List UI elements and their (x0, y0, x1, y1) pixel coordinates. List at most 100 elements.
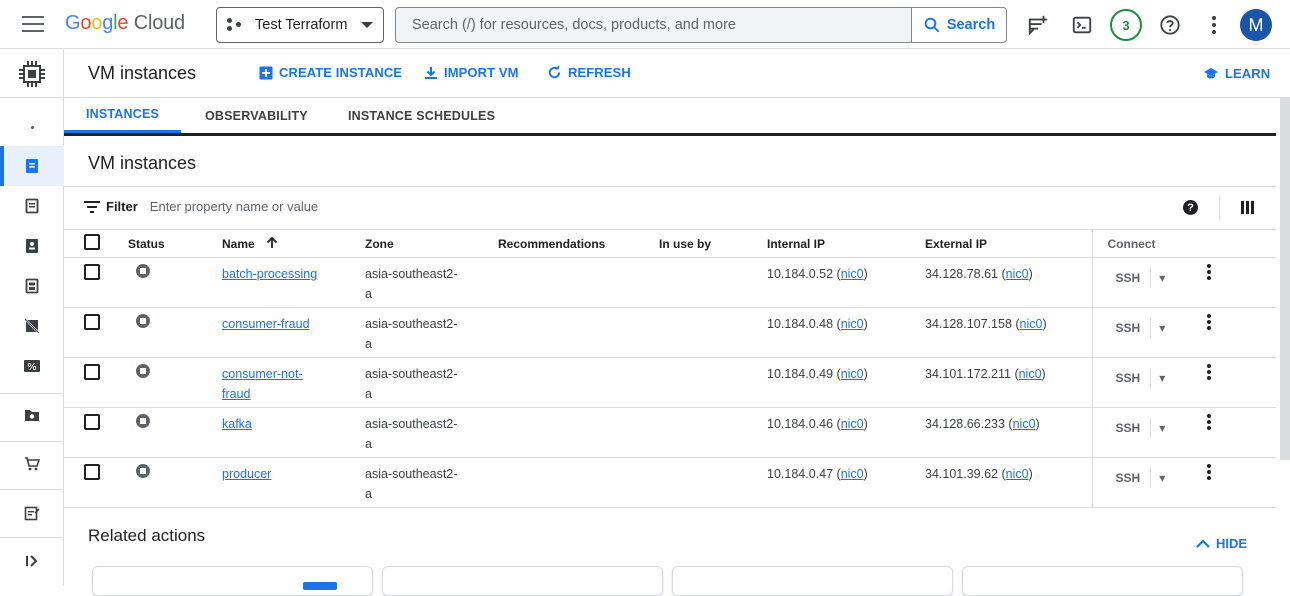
search-input[interactable] (396, 8, 911, 42)
row-checkbox[interactable] (84, 464, 100, 480)
nic-link[interactable]: nic0 (1020, 317, 1043, 331)
internal-ip: 10.184.0.48 (767, 317, 834, 331)
col-connect: Connect (1091, 229, 1276, 258)
select-all-checkbox[interactable] (84, 234, 100, 250)
nic-link[interactable]: nic0 (841, 367, 864, 381)
cart-icon (25, 457, 40, 471)
related-action-card[interactable] (92, 566, 373, 596)
stopped-status-icon (136, 464, 150, 478)
col-external-ip[interactable]: External IP (925, 229, 1092, 258)
ssh-dropdown[interactable]: ▾ (1150, 318, 1165, 338)
ssh-button[interactable]: SSH ▾ (1116, 418, 1165, 438)
nic-link[interactable]: nic0 (1006, 467, 1029, 481)
internal-ip: 10.184.0.49 (767, 367, 834, 381)
table-row: consumer-fraud asia-southeast2- a 10.184.… (64, 307, 1276, 358)
col-in-use-by[interactable]: In use by (659, 229, 767, 258)
import-vm-button[interactable]: IMPORT VM (424, 65, 519, 80)
nav-dot[interactable] (0, 107, 64, 147)
create-instance-button[interactable]: CREATE INSTANCE (259, 65, 402, 80)
nic-link[interactable]: nic0 (841, 467, 864, 481)
page-title: VM instances (88, 63, 197, 83)
row-actions-menu[interactable] (1207, 314, 1212, 332)
row-actions-menu[interactable] (1207, 364, 1212, 382)
ssh-button[interactable]: SSH ▾ (1116, 468, 1165, 488)
instance-name-link[interactable]: kafka (222, 417, 252, 431)
tab-observability[interactable]: OBSERVABILITY (205, 98, 308, 133)
external-ip: 34.101.172.211 (925, 367, 1011, 381)
nav-marketplace[interactable] (0, 444, 64, 484)
ssh-dropdown[interactable]: ▾ (1150, 468, 1165, 488)
filter-icon[interactable] (84, 200, 100, 213)
ssh-button[interactable]: SSH ▾ (1116, 268, 1165, 288)
zone: asia-southeast2- (365, 417, 458, 431)
row-actions-menu[interactable] (1207, 414, 1212, 432)
ssh-dropdown[interactable]: ▾ (1150, 418, 1165, 438)
ssh-dropdown[interactable]: ▾ (1150, 268, 1165, 288)
release-notes-icon (24, 506, 40, 521)
nav-instance-templates[interactable] (0, 186, 64, 226)
column-display-icon[interactable] (1241, 201, 1254, 214)
tab-instance-schedules[interactable]: INSTANCE SCHEDULES (348, 98, 495, 133)
ssh-dropdown[interactable]: ▾ (1150, 368, 1165, 388)
expand-nav-icon (26, 555, 38, 567)
related-action-card[interactable] (672, 566, 953, 596)
menu-icon[interactable] (22, 16, 44, 34)
stopped-status-icon (136, 264, 150, 278)
ssh-button[interactable]: SSH ▾ (1116, 368, 1165, 388)
nav-machine-images[interactable] (0, 266, 64, 306)
col-zone[interactable]: Zone (365, 229, 498, 258)
col-internal-ip[interactable]: Internal IP (767, 229, 925, 258)
row-checkbox[interactable] (84, 364, 100, 380)
google-cloud-logo[interactable]: Google Cloud (65, 12, 185, 35)
nav-committed-discounts[interactable]: % (0, 346, 64, 386)
vertical-scrollbar[interactable] (1280, 98, 1290, 460)
related-action-card[interactable] (382, 566, 663, 596)
nic-link[interactable]: nic0 (1006, 267, 1029, 281)
col-status[interactable]: Status (128, 229, 222, 258)
nav-vm-instances[interactable] (0, 146, 64, 186)
row-actions-menu[interactable] (1207, 264, 1212, 282)
notifications-icon[interactable] (1025, 12, 1051, 38)
cloud-shell-icon[interactable] (1069, 12, 1095, 38)
chevron-up-icon (1196, 539, 1210, 548)
nav-sole-tenant[interactable] (0, 226, 64, 266)
search-button[interactable]: Search (911, 8, 1006, 42)
hide-related-button[interactable]: HIDE (1196, 536, 1247, 551)
nic-link[interactable]: nic0 (841, 417, 864, 431)
more-vert-icon[interactable] (1201, 12, 1227, 38)
nav-release-notes[interactable] (0, 493, 64, 533)
project-dots-icon (227, 18, 243, 32)
nav-settings[interactable] (0, 395, 64, 435)
instance-name-link[interactable]: producer (222, 467, 271, 481)
search-button-label: Search (946, 17, 996, 33)
help-icon[interactable]: ? (1183, 200, 1198, 215)
filter-input[interactable] (149, 199, 550, 214)
instance-name-link[interactable]: consumer-fraud (222, 317, 310, 331)
vm-instances-icon (26, 159, 38, 173)
nic-link[interactable]: nic0 (1019, 367, 1042, 381)
col-recommendations[interactable]: Recommendations (498, 229, 659, 258)
nic-link[interactable]: nic0 (841, 267, 864, 281)
zone: asia-southeast2- (365, 317, 458, 331)
row-checkbox[interactable] (84, 414, 100, 430)
row-checkbox[interactable] (84, 264, 100, 280)
row-actions-menu[interactable] (1207, 464, 1212, 482)
row-checkbox[interactable] (84, 314, 100, 330)
notification-count-badge[interactable]: 3 (1110, 9, 1142, 41)
project-picker[interactable]: Test Terraform (216, 7, 384, 43)
instance-name-link[interactable]: consumer-not-fraud (222, 367, 303, 401)
nic-link[interactable]: nic0 (841, 317, 864, 331)
tab-instances[interactable]: INSTANCES (64, 98, 181, 133)
help-icon[interactable] (1157, 12, 1183, 38)
col-name[interactable]: Name (222, 229, 365, 258)
ssh-button[interactable]: SSH ▾ (1116, 318, 1165, 338)
refresh-button[interactable]: REFRESH (547, 65, 631, 80)
compute-engine-icon[interactable] (17, 59, 47, 89)
nav-tpus[interactable] (0, 306, 64, 346)
related-action-card[interactable] (962, 566, 1243, 596)
avatar[interactable]: M (1240, 9, 1272, 41)
nav-expand[interactable] (0, 541, 64, 581)
nic-link[interactable]: nic0 (1013, 417, 1036, 431)
learn-button[interactable]: LEARN (1203, 66, 1270, 81)
instance-name-link[interactable]: batch-processing (222, 267, 317, 281)
